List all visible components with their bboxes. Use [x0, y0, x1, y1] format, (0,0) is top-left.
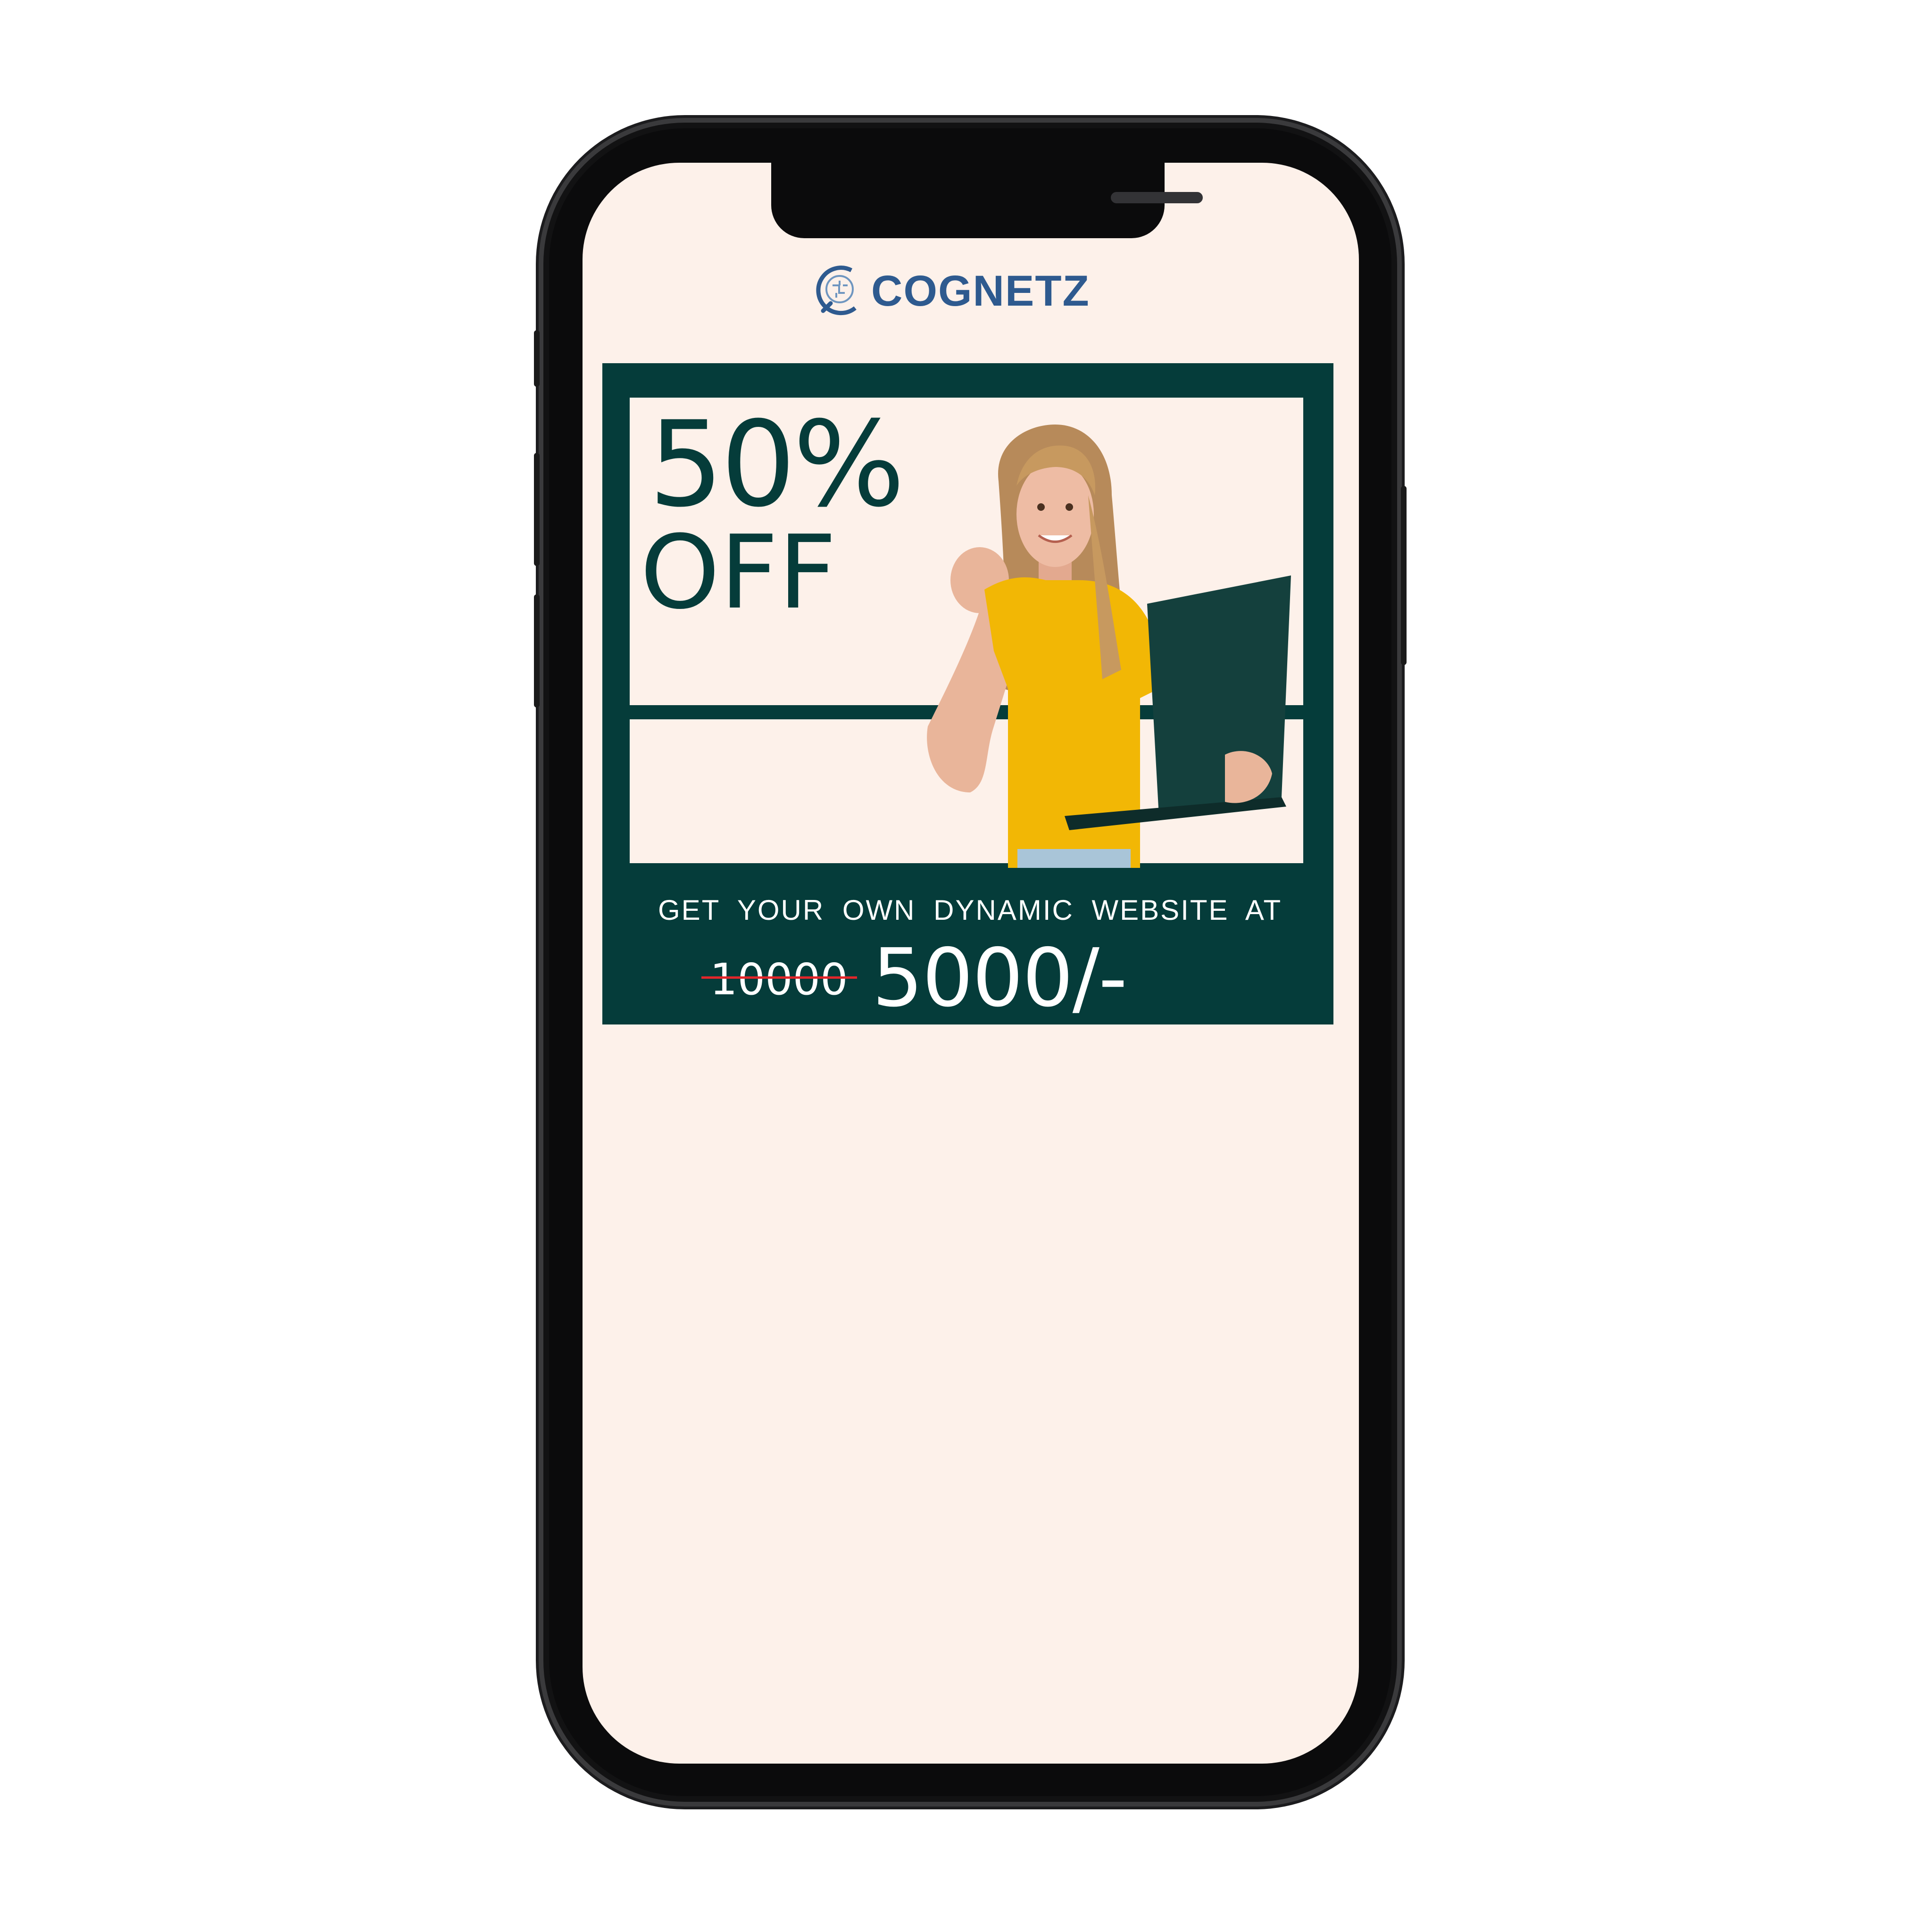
- discount-percent: 50%: [649, 396, 905, 533]
- phone-frame: COGNETZ 50% OFF GET YOUR OWN DYNAMIC WEB…: [534, 118, 1407, 1807]
- price-row: 10000 5000/-: [602, 932, 1333, 1025]
- price-strikethrough: [701, 976, 857, 979]
- volume-up-button[interactable]: [534, 453, 540, 566]
- power-button[interactable]: [1401, 486, 1407, 665]
- phone-screen: COGNETZ 50% OFF GET YOUR OWN DYNAMIC WEB…: [583, 163, 1359, 1764]
- original-price: 10000: [710, 954, 848, 1005]
- discounted-price: 5000/-: [872, 932, 1127, 1025]
- discount-headline: 50% OFF: [640, 396, 905, 624]
- volume-down-button[interactable]: [534, 594, 540, 708]
- speaker-grille: [1111, 192, 1203, 203]
- woman-with-laptop-image: [927, 425, 1291, 868]
- promo-tagline: GET YOUR OWN DYNAMIC WEBSITE AT: [658, 894, 1282, 926]
- notch: [771, 163, 1203, 238]
- brand-logo[interactable]: COGNETZ: [814, 262, 1090, 321]
- discount-word: OFF: [640, 513, 837, 632]
- brand-name: COGNETZ: [871, 267, 1090, 315]
- silent-switch[interactable]: [534, 330, 540, 387]
- brain-logo-icon: [816, 266, 857, 316]
- promo-banner[interactable]: 50% OFF GET YOUR OWN DYNAMIC WEBSITE AT …: [602, 363, 1333, 1025]
